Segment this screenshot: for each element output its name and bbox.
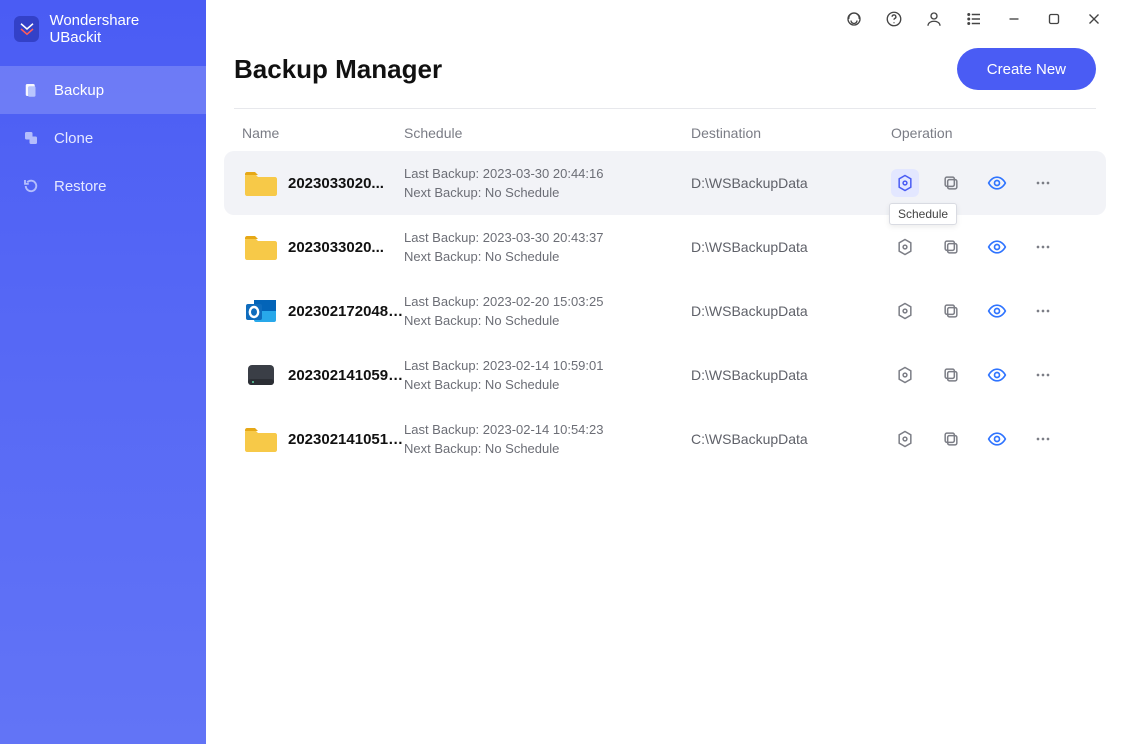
- backup-destination: C:\WSBackupData: [691, 431, 891, 447]
- table-header: Name Schedule Destination Operation: [206, 109, 1124, 151]
- backup-schedule-info: Last Backup: 2023-03-30 20:43:37Next Bac…: [404, 228, 691, 267]
- window-close-button[interactable]: [1074, 0, 1114, 38]
- app-logo-row: Wondershare UBackit: [0, 0, 206, 66]
- view-button[interactable]: [983, 297, 1011, 325]
- schedule-button[interactable]: [891, 297, 919, 325]
- backup-schedule-info: Last Backup: 2023-03-30 20:44:16Next Bac…: [404, 164, 691, 203]
- sidebar-item-restore[interactable]: Restore: [0, 162, 206, 210]
- backup-name: 20230217204855: [288, 303, 404, 320]
- backup-name: 20230214105139: [288, 431, 404, 448]
- copy-button[interactable]: [937, 425, 965, 453]
- account-icon[interactable]: [914, 0, 954, 38]
- view-button[interactable]: [983, 361, 1011, 389]
- more-button[interactable]: [1029, 297, 1057, 325]
- backup-type-icon: [234, 424, 288, 454]
- backup-schedule-info: Last Backup: 2023-02-20 15:03:25Next Bac…: [404, 292, 691, 331]
- backup-icon: [22, 81, 40, 99]
- help-icon[interactable]: [874, 0, 914, 38]
- copy-button[interactable]: [937, 297, 965, 325]
- app-title: Wondershare UBackit: [49, 12, 192, 46]
- backup-name: 2023033020...: [288, 175, 404, 192]
- backup-schedule-info: Last Backup: 2023-02-14 10:59:01Next Bac…: [404, 356, 691, 395]
- more-button[interactable]: [1029, 233, 1057, 261]
- sidebar-item-clone[interactable]: Clone: [0, 114, 206, 162]
- view-button[interactable]: [983, 425, 1011, 453]
- create-new-button[interactable]: Create New: [957, 48, 1096, 90]
- backup-row[interactable]: 20230214105901 Last Backup: 2023-02-14 1…: [224, 343, 1106, 407]
- backup-destination: D:\WSBackupData: [691, 303, 891, 319]
- sidebar-item-label: Backup: [54, 82, 104, 99]
- window-maximize-button[interactable]: [1034, 0, 1074, 38]
- backup-row[interactable]: 20230217204855 Last Backup: 2023-02-20 1…: [224, 279, 1106, 343]
- view-button[interactable]: [983, 169, 1011, 197]
- backup-type-icon: [234, 168, 288, 198]
- support-icon[interactable]: [834, 0, 874, 38]
- copy-button[interactable]: [937, 233, 965, 261]
- menu-list-icon[interactable]: [954, 0, 994, 38]
- backup-type-icon: [234, 232, 288, 262]
- window-minimize-button[interactable]: [994, 0, 1034, 38]
- backup-name: 20230214105901: [288, 367, 404, 384]
- app-logo-icon: [14, 16, 39, 42]
- backup-destination: D:\WSBackupData: [691, 175, 891, 191]
- restore-icon: [22, 177, 40, 195]
- backup-name: 2023033020...: [288, 239, 404, 256]
- page-title: Backup Manager: [234, 54, 442, 85]
- tooltip-schedule: Schedule: [889, 203, 957, 225]
- backup-destination: D:\WSBackupData: [691, 367, 891, 383]
- sidebar: Wondershare UBackit Backup Clone Restore: [0, 0, 206, 744]
- view-button[interactable]: [983, 233, 1011, 261]
- column-header-schedule: Schedule: [404, 125, 691, 141]
- backup-type-icon: [234, 296, 288, 326]
- copy-button[interactable]: [937, 361, 965, 389]
- column-header-operation: Operation: [891, 125, 1096, 141]
- more-button[interactable]: [1029, 169, 1057, 197]
- sidebar-item-backup[interactable]: Backup: [0, 66, 206, 114]
- sidebar-item-label: Restore: [54, 178, 107, 195]
- window-titlebar: [206, 0, 1124, 38]
- backup-destination: D:\WSBackupData: [691, 239, 891, 255]
- schedule-button[interactable]: [891, 361, 919, 389]
- backup-row[interactable]: 2023033020... Last Backup: 2023-03-30 20…: [224, 151, 1106, 215]
- backup-row[interactable]: 20230214105139 Last Backup: 2023-02-14 1…: [224, 407, 1106, 471]
- copy-button[interactable]: [937, 169, 965, 197]
- column-header-destination: Destination: [691, 125, 891, 141]
- backup-schedule-info: Last Backup: 2023-02-14 10:54:23Next Bac…: [404, 420, 691, 459]
- backup-row[interactable]: 2023033020... Last Backup: 2023-03-30 20…: [224, 215, 1106, 279]
- sidebar-item-label: Clone: [54, 130, 93, 147]
- more-button[interactable]: [1029, 425, 1057, 453]
- schedule-button[interactable]: [891, 169, 919, 197]
- backup-type-icon: [234, 360, 288, 390]
- more-button[interactable]: [1029, 361, 1057, 389]
- schedule-button[interactable]: [891, 425, 919, 453]
- schedule-button[interactable]: [891, 233, 919, 261]
- clone-icon: [22, 129, 40, 147]
- column-header-name: Name: [234, 125, 404, 141]
